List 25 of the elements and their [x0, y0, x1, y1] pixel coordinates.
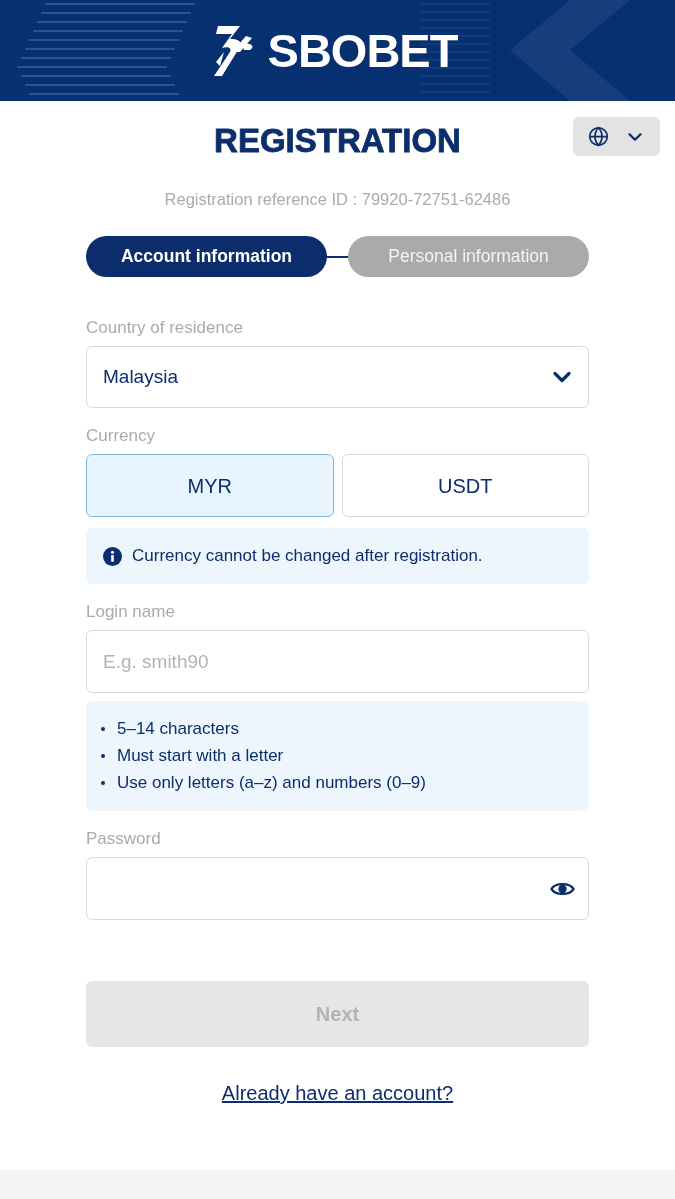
rule-text: 5–14 characters	[117, 717, 239, 740]
bullet-icon	[101, 726, 105, 731]
notice-text: Currency cannot be changed after registration.	[132, 545, 483, 568]
currency-option[interactable]: MYR	[86, 454, 334, 517]
password-field[interactable]	[86, 857, 589, 920]
info-icon	[103, 546, 122, 566]
rule-text: Use only letters (a–z) and numbers (0–9)	[117, 771, 426, 794]
page-title: REGISTRATION	[213, 123, 462, 159]
reference-id-text: Registration reference ID : 79920-72751-62486	[163, 189, 512, 210]
step-tab[interactable]: Account information	[86, 236, 327, 277]
field-label: Password	[86, 828, 162, 850]
step-connector-line	[327, 255, 348, 258]
login-name-field[interactable]: E.g. smith90	[86, 630, 589, 693]
rule-text: Must start with a letter	[117, 744, 284, 767]
globe-icon	[587, 126, 609, 147]
currency-option[interactable]: USDT	[341, 454, 589, 517]
country-select[interactable]: Malaysia	[86, 346, 589, 408]
field-label: Country of residence	[86, 317, 244, 339]
login-link[interactable]: Already have an account?	[221, 1079, 454, 1107]
language-button[interactable]	[573, 117, 660, 156]
bullet-icon	[101, 753, 105, 758]
bullet-icon	[101, 780, 105, 785]
logo-text: SBOBET	[267, 27, 458, 74]
field-label: Login name	[86, 601, 176, 623]
field-label: Currency	[86, 425, 156, 447]
